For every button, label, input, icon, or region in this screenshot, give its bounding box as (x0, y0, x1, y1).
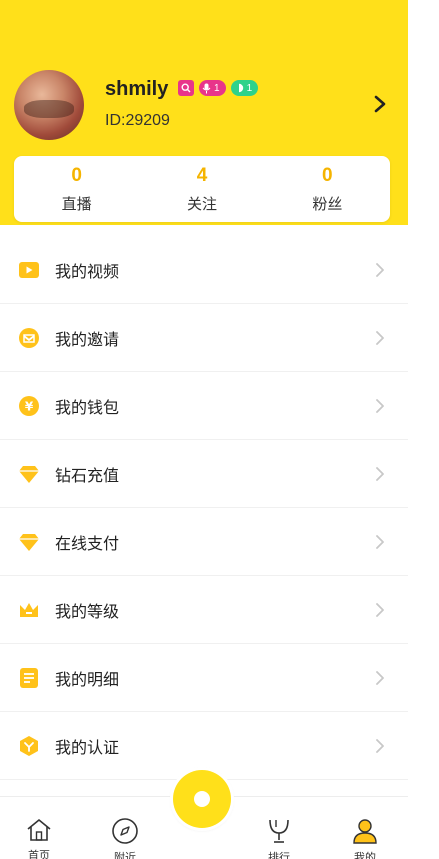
chevron-right-icon (376, 466, 384, 481)
trophy-icon (265, 817, 293, 845)
svg-text:¥: ¥ (25, 399, 34, 413)
user-icon (351, 817, 379, 845)
menu-label: 我的明细 (55, 669, 120, 689)
stat-fans-count: 0 (322, 164, 333, 186)
stat-live[interactable]: 0 直播 (14, 156, 139, 222)
stat-live-count: 0 (71, 164, 82, 186)
menu-item-my-videos[interactable]: 我的视频 (0, 236, 408, 304)
home-icon (25, 817, 53, 843)
stat-following-label: 关注 (186, 194, 217, 213)
mic-level: 1 (214, 82, 220, 94)
stat-following[interactable]: 4 关注 (139, 156, 264, 222)
mic-icon (202, 83, 211, 93)
compass-icon (111, 817, 139, 845)
chevron-right-icon (376, 534, 384, 549)
video-icon (18, 259, 40, 281)
menu-item-online-payment[interactable]: 在线支付 (0, 508, 408, 576)
page-margin (408, 0, 439, 859)
stat-fans[interactable]: 0 粉丝 (265, 156, 390, 222)
chevron-right-icon (376, 602, 384, 617)
tab-nearby[interactable]: 附近 (95, 797, 155, 859)
moon-icon (234, 83, 243, 93)
stat-fans-label: 粉丝 (312, 194, 343, 213)
profile-screen: shmily 1 1 ID:29209 0 直播 4 关注 0 粉丝 我的视频 … (0, 0, 408, 859)
menu-item-diamond-recharge[interactable]: 钻石充值 (0, 440, 408, 508)
profile-header: shmily 1 1 ID:29209 0 直播 4 关注 0 粉丝 (0, 0, 408, 225)
menu-label: 我的认证 (55, 737, 120, 757)
menu-label: 在线支付 (55, 533, 120, 553)
crown-icon (18, 599, 40, 621)
stat-following-count: 4 (196, 164, 208, 186)
stat-live-label: 直播 (61, 194, 92, 213)
invite-icon (18, 327, 40, 349)
username: shmily (105, 78, 169, 100)
moon-level-badge: 1 (230, 80, 259, 96)
diamond-icon (18, 463, 40, 485)
search-badge-icon (178, 80, 194, 96)
list-icon (18, 667, 40, 689)
chevron-right-icon (376, 398, 384, 413)
tab-label: 排行 (268, 851, 290, 859)
chevron-right-icon (376, 330, 384, 345)
wallet-icon: ¥ (18, 395, 40, 417)
tab-ranking[interactable]: 排行 (249, 797, 309, 859)
menu-label: 钻石充值 (55, 465, 120, 485)
menu-label: 我的视频 (55, 261, 120, 281)
live-dot-icon (194, 791, 210, 807)
user-id: ID:29209 (105, 112, 170, 129)
tab-mine[interactable]: 我的 (335, 797, 395, 859)
chevron-right-icon[interactable] (372, 94, 388, 114)
moon-level: 1 (246, 82, 253, 94)
stats-card: 0 直播 4 关注 0 粉丝 (14, 156, 390, 222)
menu-item-my-invites[interactable]: 我的邀请 (0, 304, 408, 372)
menu-label: 我的邀请 (55, 329, 120, 349)
user-badges: 1 1 (178, 80, 259, 96)
menu-label: 我的钱包 (55, 397, 120, 417)
tab-label: 首页 (28, 849, 50, 859)
menu-list: 我的视频 我的邀请 ¥ 我的钱包 钻石充值 在线支付 我的等级 我的明细 我的认… (0, 236, 408, 780)
menu-label: 我的等级 (55, 601, 120, 621)
verify-icon (18, 735, 40, 757)
chevron-right-icon (376, 670, 384, 685)
chevron-right-icon (376, 738, 384, 753)
diamond-icon (18, 531, 40, 553)
chevron-right-icon (376, 262, 384, 277)
tab-label: 我的 (354, 851, 376, 859)
menu-item-my-wallet[interactable]: ¥ 我的钱包 (0, 372, 408, 440)
menu-item-my-level[interactable]: 我的等级 (0, 576, 408, 644)
avatar[interactable] (14, 70, 84, 140)
start-live-button[interactable] (173, 770, 231, 828)
mic-level-badge: 1 (199, 80, 226, 96)
menu-item-my-details[interactable]: 我的明细 (0, 644, 408, 712)
tab-home[interactable]: 首页 (9, 797, 69, 859)
tab-label: 附近 (114, 851, 136, 859)
